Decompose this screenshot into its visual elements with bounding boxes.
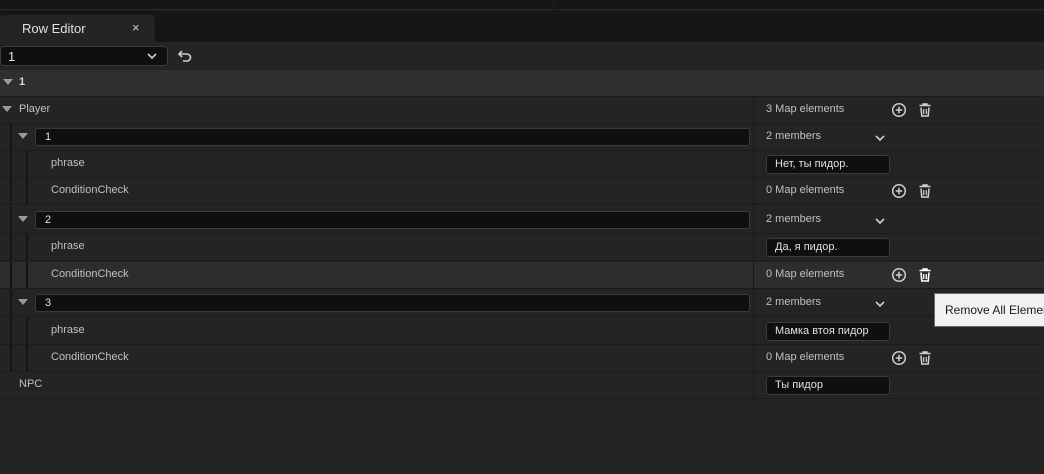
player-label: Player (19, 103, 51, 115)
row-select-value: 1 (8, 49, 16, 64)
player-row: Player 3 Map elements (0, 97, 1044, 124)
phrase-row: phrase Мамка втоя пидор (0, 318, 1044, 345)
npc-input[interactable]: Ты пидор (766, 376, 890, 395)
phrase-row: phrase Нет, ты пидор. (0, 151, 1044, 178)
triangle-down-icon[interactable] (2, 106, 12, 112)
condition-check-label: ConditionCheck (51, 351, 129, 363)
triangle-down-icon[interactable] (18, 216, 28, 222)
tab-bar: Row Editor × (0, 11, 1044, 42)
tooltip-text: Remove All Elements (945, 303, 1044, 317)
phrase-label: phrase (51, 157, 85, 169)
trash-icon[interactable] (917, 183, 933, 199)
indent-guide (10, 262, 12, 288)
map-key-input[interactable]: 3 (35, 294, 750, 312)
indent-guide (10, 178, 12, 204)
map-entry-row: 2 2 members (0, 207, 1044, 234)
condition-summary: 0 Map elements (766, 268, 845, 280)
indent-guide (26, 262, 28, 288)
top-panel-right (556, 0, 1044, 10)
indent-guide (26, 318, 28, 344)
condition-summary: 0 Map elements (766, 184, 845, 196)
phrase-label: phrase (51, 324, 85, 336)
map-entry-row: 1 2 members (0, 124, 1044, 151)
triangle-down-icon[interactable] (3, 79, 13, 85)
section-header-row[interactable]: 1 (0, 70, 1044, 97)
phrase-value: Да, я пидор. (775, 241, 838, 253)
indent-guide (10, 151, 12, 177)
triangle-down-icon[interactable] (18, 133, 28, 139)
chevron-down-icon[interactable] (874, 298, 886, 310)
undo-icon[interactable] (178, 50, 192, 62)
trash-icon[interactable] (917, 102, 933, 118)
chevron-down-icon[interactable] (874, 215, 886, 227)
trash-icon[interactable] (917, 350, 933, 366)
tab-row-editor[interactable]: Row Editor × (0, 15, 155, 42)
condition-check-label: ConditionCheck (51, 184, 129, 196)
indent-guide (26, 234, 28, 260)
indent-guide (10, 345, 12, 371)
npc-row: NPC Ты пидор (0, 372, 1044, 399)
phrase-value: Нет, ты пидор. (775, 158, 849, 170)
npc-label: NPC (19, 378, 43, 390)
members-summary: 2 members (766, 130, 822, 142)
indent-guide (10, 290, 12, 316)
phrase-input[interactable]: Мамка втоя пидор (766, 322, 890, 341)
chevron-down-icon (147, 53, 157, 60)
section-header-label: 1 (19, 76, 26, 88)
top-panel-left (0, 0, 552, 10)
phrase-label: phrase (51, 240, 85, 252)
members-summary: 2 members (766, 213, 822, 225)
triangle-down-icon[interactable] (18, 299, 28, 305)
remove-all-tooltip: Remove All Elements (934, 293, 1044, 327)
map-entry-row: 3 2 members (0, 290, 1044, 317)
indent-guide (26, 178, 28, 204)
chevron-down-icon[interactable] (874, 132, 886, 144)
map-key-input[interactable]: 2 (35, 211, 750, 229)
indent-guide (10, 124, 12, 150)
indent-guide (10, 207, 12, 233)
condition-check-row: ConditionCheck 0 Map elements (0, 178, 1044, 205)
trash-icon[interactable] (917, 267, 933, 283)
npc-value: Ты пидор (775, 379, 823, 391)
phrase-input[interactable]: Нет, ты пидор. (766, 155, 890, 174)
indent-guide (26, 345, 28, 371)
members-summary: 2 members (766, 296, 822, 308)
condition-check-row: ConditionCheck 0 Map elements (0, 262, 1044, 289)
phrase-input[interactable]: Да, я пидор. (766, 238, 890, 257)
map-key-value: 2 (45, 214, 52, 226)
indent-guide (10, 234, 12, 260)
row-select-dropdown[interactable]: 1 (0, 46, 168, 66)
map-key-value: 3 (45, 297, 52, 309)
add-circle-icon[interactable] (891, 102, 907, 118)
add-circle-icon[interactable] (891, 183, 907, 199)
add-circle-icon[interactable] (891, 267, 907, 283)
condition-check-label: ConditionCheck (51, 268, 129, 280)
top-strip (0, 0, 1044, 11)
phrase-value: Мамка втоя пидор (775, 325, 869, 337)
map-key-value: 1 (45, 131, 52, 143)
tab-label: Row Editor (22, 21, 86, 36)
close-icon[interactable]: × (132, 20, 140, 35)
map-key-input[interactable]: 1 (35, 128, 750, 146)
condition-summary: 0 Map elements (766, 351, 845, 363)
indent-guide (10, 318, 12, 344)
condition-check-row: ConditionCheck 0 Map elements (0, 345, 1044, 372)
toolbar: 1 (0, 42, 1044, 70)
player-summary: 3 Map elements (766, 103, 845, 115)
phrase-row: phrase Да, я пидор. (0, 234, 1044, 261)
indent-guide (26, 151, 28, 177)
add-circle-icon[interactable] (891, 350, 907, 366)
